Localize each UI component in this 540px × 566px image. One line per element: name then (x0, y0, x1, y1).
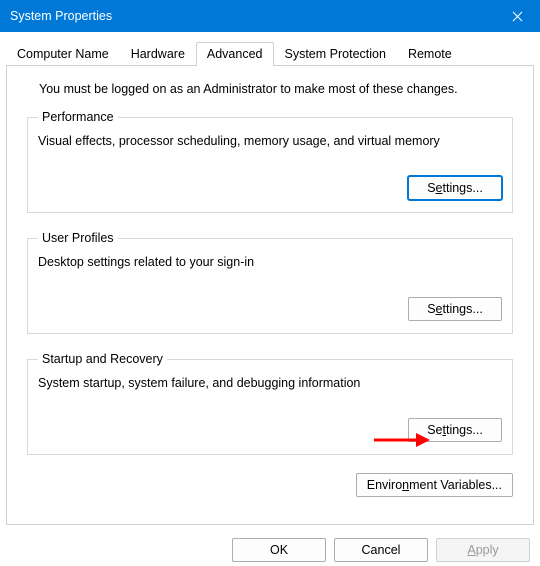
ok-button[interactable]: OK (232, 538, 326, 562)
apply-button[interactable]: Apply (436, 538, 530, 562)
tab-remote[interactable]: Remote (397, 42, 463, 66)
advanced-panel: You must be logged on as an Administrato… (6, 65, 534, 525)
dialog-footer: OK Cancel Apply (0, 526, 540, 562)
admin-notice: You must be logged on as an Administrato… (39, 82, 521, 96)
performance-settings-button[interactable]: Settings... (408, 176, 502, 200)
tab-system-protection[interactable]: System Protection (274, 42, 397, 66)
user-profiles-legend: User Profiles (38, 231, 118, 245)
tab-strip: Computer Name Hardware Advanced System P… (6, 42, 534, 66)
environment-variables-button[interactable]: Environment Variables... (356, 473, 513, 497)
user-profiles-desc: Desktop settings related to your sign-in (38, 255, 502, 269)
startup-recovery-group: Startup and Recovery System startup, sys… (27, 352, 513, 455)
performance-desc: Visual effects, processor scheduling, me… (38, 134, 502, 148)
performance-legend: Performance (38, 110, 118, 124)
tab-hardware[interactable]: Hardware (120, 42, 196, 66)
user-profiles-settings-button[interactable]: Settings... (408, 297, 502, 321)
startup-recovery-legend: Startup and Recovery (38, 352, 167, 366)
titlebar: System Properties (0, 0, 540, 32)
close-icon (512, 11, 523, 22)
cancel-button[interactable]: Cancel (334, 538, 428, 562)
tab-computer-name[interactable]: Computer Name (6, 42, 120, 66)
window-title: System Properties (10, 9, 112, 23)
tab-advanced[interactable]: Advanced (196, 42, 274, 66)
close-button[interactable] (494, 0, 540, 32)
startup-recovery-desc: System startup, system failure, and debu… (38, 376, 502, 390)
performance-group: Performance Visual effects, processor sc… (27, 110, 513, 213)
startup-recovery-settings-button[interactable]: Settings... (408, 418, 502, 442)
user-profiles-group: User Profiles Desktop settings related t… (27, 231, 513, 334)
